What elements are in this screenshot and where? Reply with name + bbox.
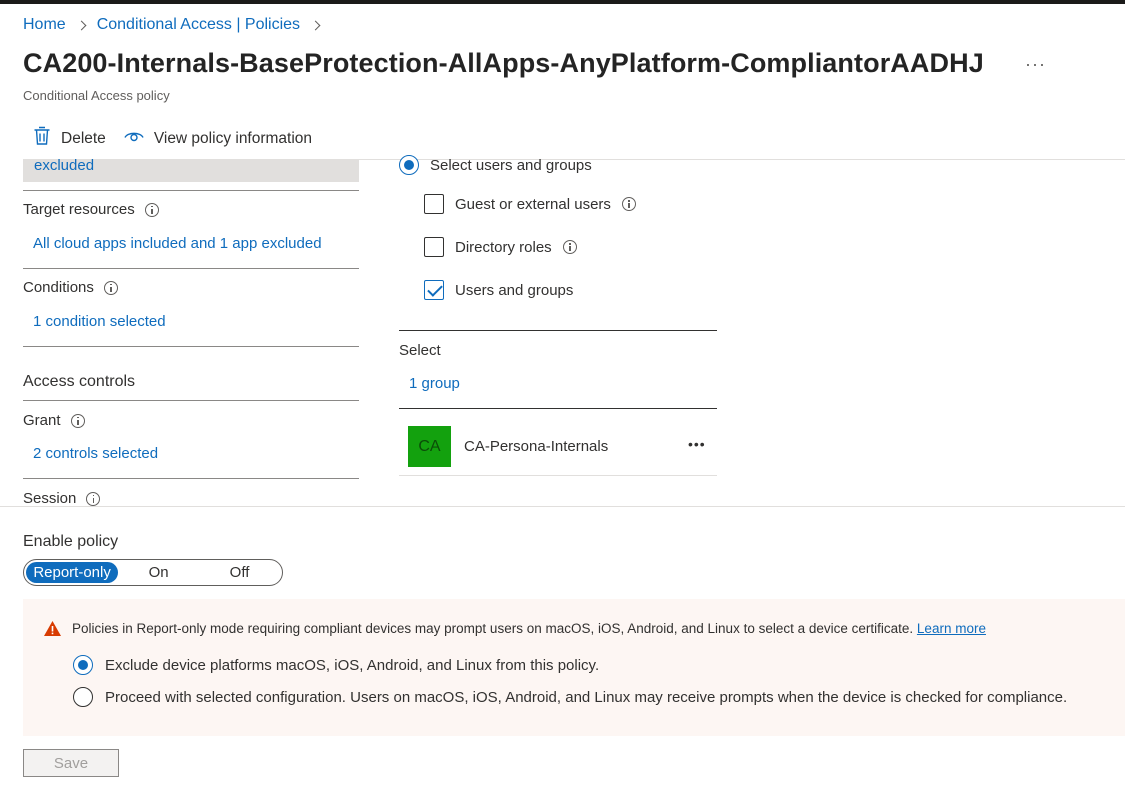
users-groups-label: Users and groups [455, 281, 574, 299]
enable-policy-toggle: Report-only On Off [23, 559, 283, 586]
select-users-label: Select users and groups [430, 156, 592, 174]
users-groups-option[interactable]: Users and groups [424, 280, 573, 300]
group-count-link[interactable]: 1 group [409, 375, 460, 392]
footer-divider [0, 506, 1125, 507]
warning-icon [43, 620, 62, 642]
divider [399, 330, 717, 331]
select-label: Select [399, 342, 441, 359]
divider [399, 475, 717, 476]
avatar: CA [408, 426, 451, 467]
breadcrumb-home[interactable]: Home [23, 16, 66, 34]
directory-roles-label: Directory roles [455, 238, 552, 256]
info-icon[interactable] [562, 240, 577, 254]
delete-button[interactable]: Delete [33, 126, 106, 151]
page-title: CA200-Internals-BaseProtection-AllApps-A… [23, 48, 984, 78]
session-label: Session [23, 490, 101, 507]
on-option[interactable]: On [118, 562, 199, 583]
trash-icon [33, 126, 51, 151]
conditions-label: Conditions [23, 279, 118, 296]
off-option[interactable]: Off [199, 562, 280, 583]
guest-checkbox[interactable] [424, 194, 444, 214]
info-icon[interactable] [103, 280, 118, 295]
learn-more-link[interactable]: Learn more [917, 621, 986, 636]
target-resources-link[interactable]: All cloud apps included and 1 app exclud… [33, 235, 322, 252]
view-policy-information-button[interactable]: View policy information [124, 129, 312, 148]
divider [23, 190, 359, 191]
access-controls-heading: Access controls [23, 373, 136, 390]
page-subtitle: Conditional Access policy [23, 88, 170, 103]
exclude-platforms-option[interactable]: Exclude device platforms macOS, iOS, And… [73, 655, 599, 675]
users-summary-link[interactable]: excluded [34, 157, 94, 174]
more-options-icon[interactable]: ··· [1025, 54, 1046, 75]
grant-text: Grant [23, 412, 61, 429]
warning-text: Policies in Report-only mode requiring c… [72, 621, 986, 636]
grant-label: Grant [23, 412, 85, 429]
command-bar: Delete View policy information [33, 126, 330, 151]
info-icon[interactable] [621, 197, 636, 211]
guest-option[interactable]: Guest or external users [424, 194, 636, 214]
divider [23, 346, 359, 347]
proceed-radio[interactable] [73, 687, 93, 707]
group-name: CA-Persona-Internals [464, 438, 609, 455]
view-policy-information-label: View policy information [153, 129, 313, 147]
target-resources-text: Target resources [23, 201, 135, 218]
info-icon[interactable] [86, 491, 101, 506]
info-icon[interactable] [70, 413, 85, 428]
exclude-platforms-radio[interactable] [73, 655, 93, 675]
info-icon[interactable] [144, 202, 159, 217]
conditions-text: Conditions [23, 279, 94, 296]
breadcrumb: Home Conditional Access | Policies [23, 16, 321, 34]
top-bar [0, 0, 1125, 4]
chevron-right-icon [76, 20, 87, 30]
divider [399, 408, 717, 409]
enable-policy-label: Enable policy [23, 533, 119, 550]
save-button[interactable]: Save [23, 749, 119, 777]
breadcrumb-policies[interactable]: Conditional Access | Policies [97, 16, 300, 34]
divider [23, 400, 359, 401]
grant-link[interactable]: 2 controls selected [33, 445, 158, 462]
select-users-radio[interactable] [399, 155, 419, 175]
target-resources-label: Target resources [23, 201, 159, 218]
warning-message: Policies in Report-only mode requiring c… [72, 621, 914, 636]
directory-roles-option[interactable]: Directory roles [424, 237, 577, 257]
eye-icon [124, 129, 144, 148]
proceed-label: Proceed with selected configuration. Use… [105, 688, 1068, 706]
report-only-option[interactable]: Report-only [26, 562, 119, 583]
proceed-option[interactable]: Proceed with selected configuration. Use… [73, 687, 1067, 707]
users-summary-selected[interactable]: excluded [23, 157, 359, 182]
more-options-icon[interactable]: ••• [688, 436, 706, 452]
session-text: Session [23, 490, 77, 507]
divider [23, 478, 359, 479]
chevron-right-icon [310, 20, 321, 30]
directory-roles-checkbox[interactable] [424, 237, 444, 257]
conditions-link[interactable]: 1 condition selected [33, 313, 166, 330]
select-users-option[interactable]: Select users and groups [399, 155, 592, 175]
exclude-platforms-label: Exclude device platforms macOS, iOS, And… [105, 656, 600, 674]
divider [23, 268, 359, 269]
delete-label: Delete [61, 129, 106, 147]
guest-label: Guest or external users [455, 195, 611, 213]
users-groups-checkbox[interactable] [424, 280, 444, 300]
